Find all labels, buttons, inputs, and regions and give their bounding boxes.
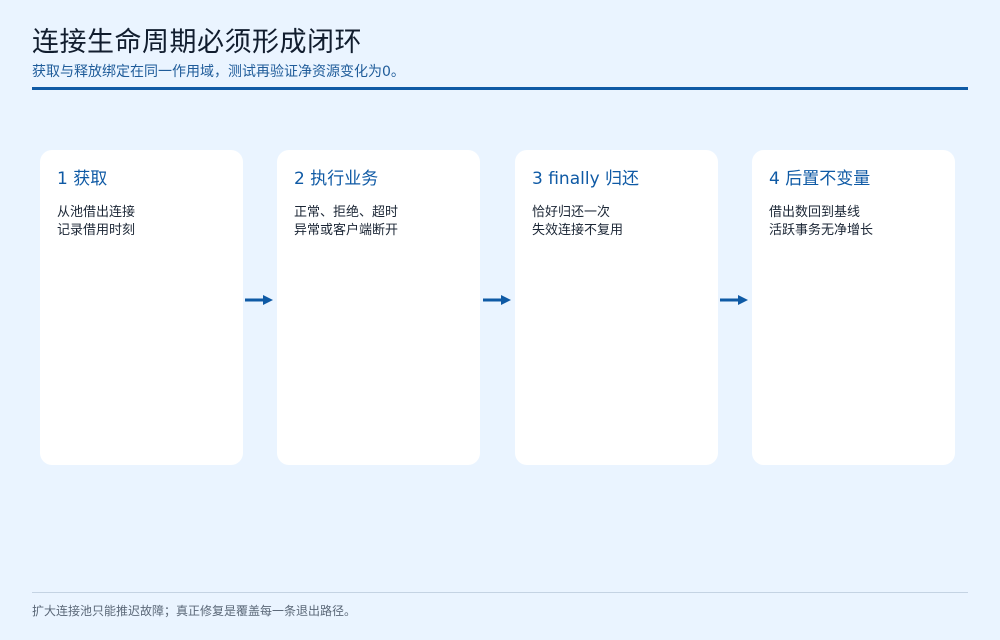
step-title: 4 后置不变量 bbox=[769, 169, 871, 189]
step-description: 恰好归还一次 失效连接不复用 bbox=[532, 204, 707, 240]
step-line: 记录借用时刻 bbox=[57, 223, 136, 238]
header-divider bbox=[32, 87, 968, 90]
footer-note: 扩大连接池只能推迟故障；真正修复是覆盖每一条退出路径。 bbox=[32, 604, 357, 618]
flow-arrow-icon bbox=[483, 295, 511, 305]
step-title: 2 执行业务 bbox=[294, 169, 379, 189]
step-card-release: 3 finally 归还 恰好归还一次 失效连接不复用 bbox=[515, 150, 718, 465]
page-title: 连接生命周期必须形成闭环 bbox=[32, 27, 362, 58]
step-line: 异常或客户端断开 bbox=[294, 223, 399, 238]
flow-arrow-icon bbox=[245, 295, 273, 305]
step-card-acquire: 1 获取 从池借出连接 记录借用时刻 bbox=[40, 150, 243, 465]
step-line: 正常、拒绝、超时 bbox=[294, 205, 399, 220]
step-line: 从池借出连接 bbox=[57, 205, 136, 220]
header: 连接生命周期必须形成闭环 获取与释放绑定在同一作用域，测试再验证净资源变化为0。 bbox=[32, 26, 968, 82]
step-line: 活跃事务无净增长 bbox=[769, 223, 874, 238]
step-description: 借出数回到基线 活跃事务无净增长 bbox=[769, 204, 944, 240]
step-line: 恰好归还一次 bbox=[532, 205, 611, 220]
step-title: 3 finally 归还 bbox=[532, 169, 640, 189]
step-card-postcondition: 4 后置不变量 借出数回到基线 活跃事务无净增长 bbox=[752, 150, 955, 465]
step-title: 1 获取 bbox=[57, 169, 108, 189]
footer-divider bbox=[32, 592, 968, 593]
step-card-execute: 2 执行业务 正常、拒绝、超时 异常或客户端断开 bbox=[277, 150, 480, 465]
page-subtitle: 获取与释放绑定在同一作用域，测试再验证净资源变化为0。 bbox=[32, 64, 405, 80]
flow-arrow-icon bbox=[720, 295, 748, 305]
step-description: 正常、拒绝、超时 异常或客户端断开 bbox=[294, 204, 469, 240]
step-line: 借出数回到基线 bbox=[769, 205, 861, 220]
step-line: 失效连接不复用 bbox=[532, 223, 624, 238]
step-description: 从池借出连接 记录借用时刻 bbox=[57, 204, 232, 240]
